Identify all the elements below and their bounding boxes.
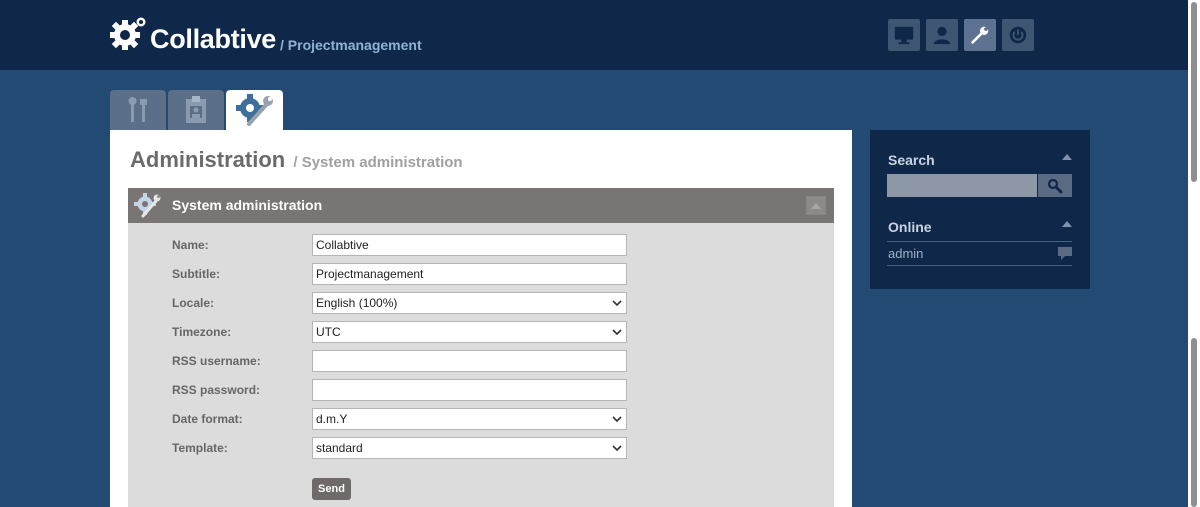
online-divider-top bbox=[887, 241, 1072, 242]
rss-username-label: RSS username: bbox=[172, 354, 261, 368]
rss-password-field[interactable] bbox=[312, 379, 627, 401]
form-row-locale: Locale: English (100%) bbox=[128, 292, 834, 314]
chevron-down-icon bbox=[612, 445, 622, 452]
tab-system-administration[interactable] bbox=[226, 90, 283, 130]
user-icon bbox=[933, 26, 951, 45]
administration-button[interactable] bbox=[964, 19, 996, 51]
rss-password-label: RSS password: bbox=[172, 383, 261, 397]
tab-project-administration[interactable] bbox=[168, 90, 224, 130]
desktop-button[interactable] bbox=[888, 19, 920, 51]
app-subtitle: / Projectmanagement bbox=[280, 37, 422, 53]
logout-button[interactable] bbox=[1002, 19, 1034, 51]
template-select[interactable]: standard bbox=[312, 437, 627, 459]
name-field[interactable]: Collabtive bbox=[312, 234, 627, 256]
rss-username-field[interactable] bbox=[312, 350, 627, 372]
scrollbar-thumb-top[interactable] bbox=[1191, 2, 1197, 182]
form-row-template: Template: standard bbox=[128, 437, 834, 459]
clipboard-icon bbox=[186, 96, 206, 123]
send-button[interactable]: Send bbox=[312, 478, 351, 500]
online-toggle-icon[interactable] bbox=[1062, 221, 1072, 227]
top-header: Collabtive / Projectmanagement bbox=[0, 0, 1188, 70]
search-button[interactable] bbox=[1038, 174, 1072, 197]
chevron-down-icon bbox=[612, 329, 622, 336]
profile-button[interactable] bbox=[926, 19, 958, 51]
timezone-label: Timezone: bbox=[172, 325, 232, 339]
search-title[interactable]: Search bbox=[888, 152, 935, 168]
online-title[interactable]: Online bbox=[888, 219, 932, 235]
triangle-up-icon bbox=[811, 202, 821, 209]
chevron-down-icon bbox=[612, 300, 622, 307]
gears-icon bbox=[134, 193, 161, 218]
scrollbar-thumb-bottom[interactable] bbox=[1191, 338, 1197, 507]
online-divider-bottom bbox=[887, 265, 1072, 266]
locale-label: Locale: bbox=[172, 296, 215, 310]
form-row-rss-username: RSS username: bbox=[128, 350, 834, 372]
form-row-date-format: Date format: d.m.Y bbox=[128, 408, 834, 430]
template-value: standard bbox=[316, 441, 363, 455]
page-scrollbar[interactable] bbox=[1188, 0, 1200, 507]
page-title: Administration / System administration bbox=[130, 147, 463, 173]
locale-select[interactable]: English (100%) bbox=[312, 292, 627, 314]
power-icon bbox=[1009, 26, 1027, 44]
form-row-name: Name: Collabtive bbox=[128, 234, 834, 256]
search-toggle-icon[interactable] bbox=[1062, 154, 1072, 160]
date-format-label: Date format: bbox=[172, 412, 243, 426]
form-row-rss-password: RSS password: bbox=[128, 379, 834, 401]
subtitle-label: Subtitle: bbox=[172, 267, 220, 281]
sidebar: Search Online admin bbox=[870, 130, 1090, 289]
wrench-icon bbox=[971, 26, 989, 44]
chat-icon[interactable] bbox=[1058, 247, 1072, 261]
app-name[interactable]: Collabtive bbox=[150, 24, 276, 55]
collabtive-logo-icon bbox=[110, 17, 146, 50]
search-icon bbox=[1047, 178, 1063, 193]
date-format-select[interactable]: d.m.Y bbox=[312, 408, 627, 430]
chevron-down-icon bbox=[612, 416, 622, 423]
tools-icon bbox=[128, 97, 147, 122]
template-label: Template: bbox=[172, 441, 228, 455]
online-user[interactable]: admin bbox=[888, 246, 923, 261]
name-label: Name: bbox=[172, 238, 209, 252]
locale-value: English (100%) bbox=[316, 296, 398, 310]
timezone-value: UTC bbox=[316, 325, 341, 339]
timezone-select[interactable]: UTC bbox=[312, 321, 627, 343]
panel-title: System administration bbox=[172, 197, 323, 213]
main-content: Administration / System administration S… bbox=[110, 130, 852, 507]
collapse-button[interactable] bbox=[806, 196, 826, 215]
tab-user-administration[interactable] bbox=[110, 90, 166, 130]
monitor-icon bbox=[894, 26, 914, 45]
page-title-text: Administration bbox=[130, 147, 286, 172]
gears-icon bbox=[235, 94, 273, 126]
subtitle-field[interactable]: Projectmanagement bbox=[312, 263, 627, 285]
date-format-value: d.m.Y bbox=[316, 412, 348, 426]
search-input[interactable] bbox=[887, 174, 1037, 197]
form-row-timezone: Timezone: UTC bbox=[128, 321, 834, 343]
system-administration-panel: System administration Name: Collabtive S… bbox=[128, 188, 834, 507]
form-row-subtitle: Subtitle: Projectmanagement bbox=[128, 263, 834, 285]
panel-header: System administration bbox=[128, 188, 834, 223]
page-subtitle: / System administration bbox=[293, 154, 463, 171]
